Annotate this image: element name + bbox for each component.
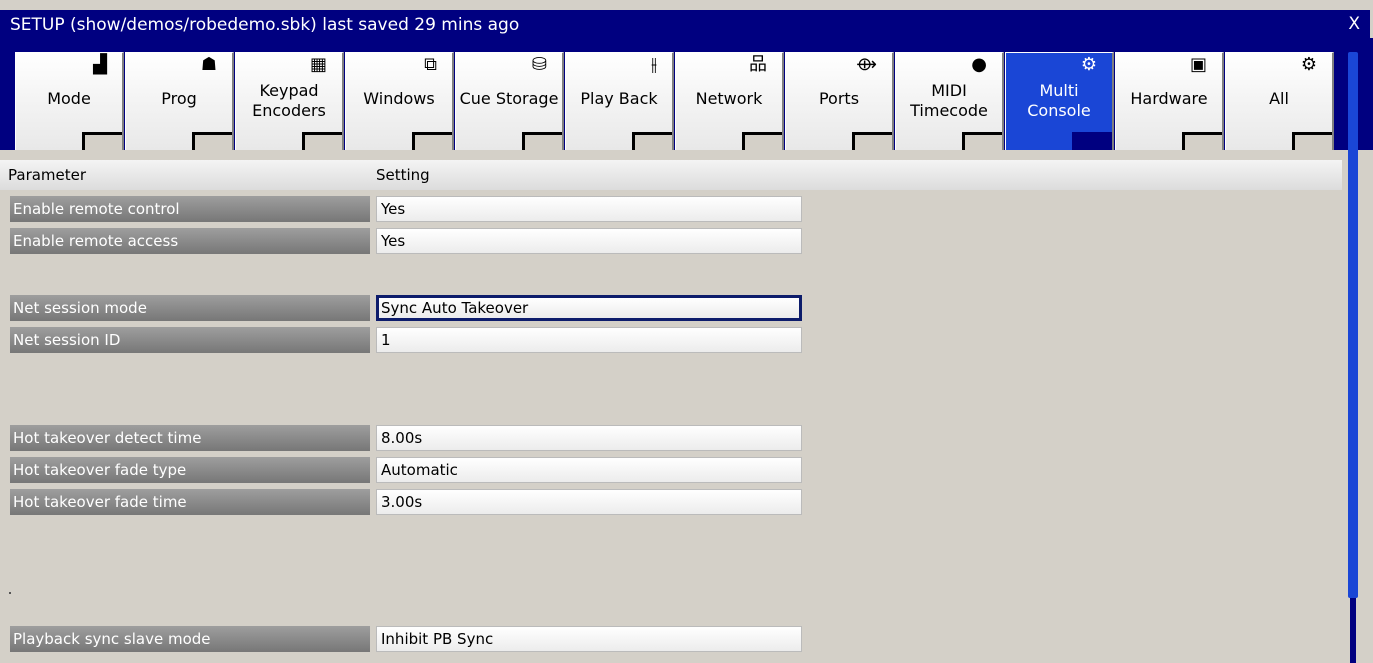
tab-notch xyxy=(82,132,122,150)
parameter-label: Enable remote control xyxy=(10,196,370,222)
scrollbar-line xyxy=(1352,598,1354,663)
tab-notch xyxy=(1292,132,1332,150)
tab-label: Hardware xyxy=(1130,89,1208,108)
tab-label: MIDI Timecode xyxy=(910,81,988,120)
tab-hardware[interactable]: ▣ Hardware xyxy=(1115,52,1224,150)
tab-multi-console[interactable]: ⚙ Multi Console xyxy=(1005,52,1114,150)
tab-label: Network xyxy=(695,89,763,108)
tab-label: Mode xyxy=(47,89,91,108)
windows-icon: ⧉ xyxy=(424,54,437,75)
parameter-label: Hot takeover detect time xyxy=(10,425,370,451)
parameter-label: Net session ID xyxy=(10,327,370,353)
table-header: Parameter Setting xyxy=(0,160,1342,190)
title-bar: SETUP (show/demos/robedemo.sbk) last sav… xyxy=(0,0,1373,38)
tab-label: All xyxy=(1269,89,1289,108)
tab-cue-storage[interactable]: ⛁ Cue Storage xyxy=(455,52,564,150)
people-podium-icon: ▟ xyxy=(93,54,107,75)
faders-icon: ⫲ xyxy=(651,54,657,75)
tab-keypad-encoders[interactable]: ▦ Keypad Encoders xyxy=(235,52,344,150)
parameter-label: Enable remote access xyxy=(10,228,370,254)
tab-notch xyxy=(962,132,1002,150)
setting-value-field[interactable]: 1 xyxy=(376,327,802,353)
parameter-label: Playback sync slave mode xyxy=(10,626,370,652)
tab-play-back[interactable]: ⫲ Play Back xyxy=(565,52,674,150)
parameter-label: Net session mode xyxy=(10,295,370,321)
setup-tab-bar: ▟ Mode ☗ Prog ▦ Keypad Encoders ⧉ Windows ⛁ Cue S… xyxy=(0,38,1373,150)
tab-notch xyxy=(412,132,452,150)
tab-label: Prog xyxy=(161,89,197,108)
setting-value-field[interactable]: Automatic xyxy=(376,457,802,483)
close-button[interactable]: X xyxy=(1348,14,1360,34)
tab-notch xyxy=(1182,132,1222,150)
tab-network[interactable]: 品 Network xyxy=(675,52,784,150)
tab-windows[interactable]: ⧉ Windows xyxy=(345,52,454,150)
tab-label: Keypad Encoders xyxy=(252,81,326,120)
column-header-setting: Setting xyxy=(376,166,430,184)
setting-value-field[interactable]: 3.00s xyxy=(376,489,802,515)
tab-notch xyxy=(742,132,782,150)
tab-label: Multi Console xyxy=(1027,81,1091,120)
setting-value-field[interactable]: Inhibit PB Sync xyxy=(376,626,802,652)
tab-label: Windows xyxy=(363,89,435,108)
tab-midi-timecode[interactable]: ● MIDI Timecode xyxy=(895,52,1004,150)
setting-value-field[interactable]: Yes xyxy=(376,196,802,222)
tab-notch xyxy=(192,132,232,150)
scrollbar-thumb[interactable] xyxy=(1348,52,1358,598)
window-title: SETUP (show/demos/robedemo.sbk) last sav… xyxy=(10,15,520,35)
network-icon: 品 xyxy=(749,54,767,75)
tab-label: Cue Storage xyxy=(459,89,559,108)
setting-value-field[interactable]: Yes xyxy=(376,228,802,254)
setting-value-field[interactable]: 8.00s xyxy=(376,425,802,451)
tab-notch xyxy=(1072,132,1112,150)
setting-value-field[interactable]: Sync Auto Takeover xyxy=(376,295,802,321)
parameter-label: Hot takeover fade type xyxy=(10,457,370,483)
tab-prog[interactable]: ☗ Prog xyxy=(125,52,234,150)
usb-icon: ⟴ xyxy=(856,54,877,75)
database-icon: ⛁ xyxy=(531,54,547,75)
chip-icon: ▣ xyxy=(1189,54,1207,75)
tab-ports[interactable]: ⟴ Ports xyxy=(785,52,894,150)
gear-icon: ⚙ xyxy=(1080,54,1097,75)
midi-icon: ● xyxy=(971,54,987,75)
divider-mark xyxy=(9,592,11,594)
gear-icon: ⚙ xyxy=(1300,54,1317,75)
fixture-icon: ☗ xyxy=(200,54,217,75)
tab-notch xyxy=(852,132,892,150)
tab-label: Ports xyxy=(818,89,860,108)
tab-notch xyxy=(632,132,672,150)
tab-notch xyxy=(522,132,562,150)
parameter-label: Hot takeover fade time xyxy=(10,489,370,515)
column-header-parameter: Parameter xyxy=(8,166,87,184)
tab-notch xyxy=(302,132,342,150)
tab-label: Play Back xyxy=(580,89,658,108)
tab-mode[interactable]: ▟ Mode xyxy=(15,52,124,150)
keypad-icon: ▦ xyxy=(309,54,327,75)
tab-all[interactable]: ⚙ All xyxy=(1225,52,1334,150)
